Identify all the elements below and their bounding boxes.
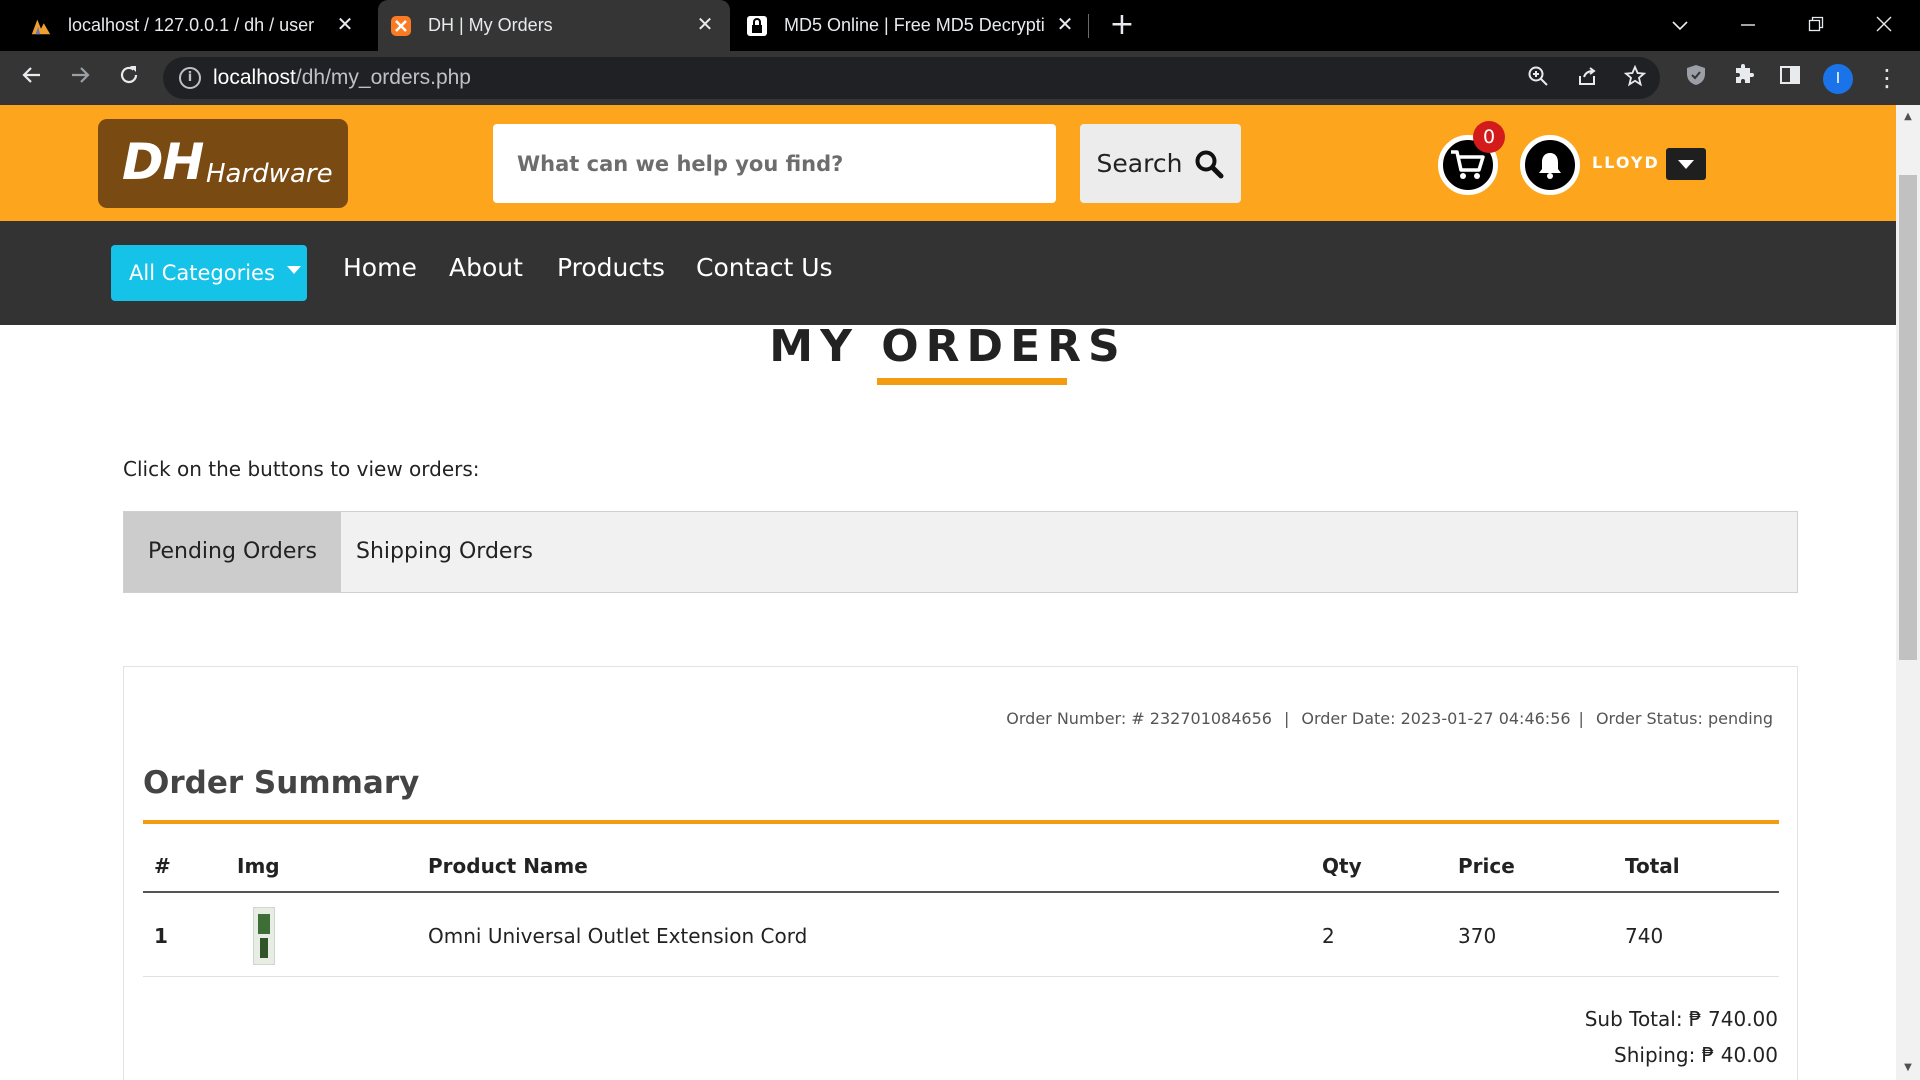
- browser-tab-bar: localhost / 127.0.0.1 / dh / user | ✕ DH…: [0, 0, 1920, 51]
- column-header-img: Img: [237, 854, 280, 878]
- subtotal-text: Sub Total: ₱ 740.00: [1584, 1007, 1778, 1031]
- tab-title: localhost / 127.0.0.1 / dh / user |: [68, 15, 318, 35]
- new-tab-icon[interactable]: +: [1108, 10, 1136, 40]
- header-divider: [143, 891, 1779, 893]
- tab-separator: [1088, 14, 1089, 38]
- tab-pending-orders[interactable]: Pending Orders: [124, 512, 341, 592]
- order-meta: Order Number: # 232701084656 | Order Date:…: [1006, 709, 1773, 728]
- title-underline: [877, 378, 1067, 385]
- address-bar[interactable]: i localhost/dh/my_orders.php: [163, 57, 1660, 99]
- logo-text: DH: [122, 133, 204, 191]
- column-header-product: Product Name: [428, 854, 588, 878]
- close-icon[interactable]: ✕: [1054, 14, 1076, 36]
- menu-kebab-icon[interactable]: ⋮: [1875, 63, 1899, 93]
- order-date: Order Date: 2023-01-27 04:46:56: [1301, 709, 1571, 728]
- shield-icon[interactable]: [1681, 63, 1711, 93]
- tab-search-icon[interactable]: [1664, 10, 1696, 40]
- summary-underline: [143, 820, 1779, 824]
- nav-link-products[interactable]: Products: [557, 253, 665, 282]
- site-nav: All Categories Home About Products Conta…: [0, 221, 1896, 325]
- row-price: 370: [1458, 924, 1497, 948]
- column-header-qty: Qty: [1322, 854, 1362, 878]
- close-icon[interactable]: ✕: [334, 14, 356, 36]
- order-number: Order Number: # 232701084656: [1006, 709, 1272, 728]
- tab-title: MD5 Online | Free MD5 Decrypti: [784, 15, 1044, 35]
- share-icon[interactable]: [1573, 65, 1601, 93]
- order-tabs: Pending Orders Shipping Orders: [123, 511, 1798, 593]
- page-scrollbar[interactable]: ▲ ▼: [1896, 105, 1920, 1080]
- order-card: Order Number: # 232701084656 | Order Date:…: [123, 666, 1798, 1080]
- row-divider: [143, 976, 1779, 977]
- nav-link-about[interactable]: About: [449, 253, 523, 282]
- instruction-text: Click on the buttons to view orders:: [123, 457, 480, 481]
- nav-link-home[interactable]: Home: [343, 253, 417, 282]
- search-button-label: Search: [1096, 149, 1183, 178]
- tab-shipping-orders[interactable]: Shipping Orders: [332, 512, 557, 592]
- close-icon[interactable]: ✕: [694, 14, 716, 36]
- forward-icon[interactable]: [65, 63, 95, 93]
- search-button[interactable]: Search: [1080, 124, 1241, 203]
- shipping-text: Shiping: ₱ 40.00: [1614, 1043, 1778, 1067]
- zoom-icon[interactable]: [1524, 65, 1552, 93]
- reload-icon[interactable]: [114, 63, 144, 93]
- close-window-icon[interactable]: [1868, 10, 1900, 40]
- row-product-name: Omni Universal Outlet Extension Cord: [428, 924, 808, 948]
- search-icon: [1195, 150, 1224, 178]
- browser-tab-my-orders[interactable]: DH | My Orders ✕: [378, 0, 730, 51]
- cart-count-badge: 0: [1473, 121, 1505, 153]
- product-thumbnail: [253, 907, 275, 965]
- order-status: Order Status: pending: [1595, 709, 1773, 728]
- page-title: MY ORDERS: [769, 321, 1127, 372]
- back-icon[interactable]: [17, 63, 47, 93]
- search-input[interactable]: [493, 124, 1056, 203]
- browser-tab-md5[interactable]: MD5 Online | Free MD5 Decrypti ✕: [730, 0, 1090, 51]
- row-total: 740: [1625, 924, 1664, 948]
- column-header-price: Price: [1458, 854, 1515, 878]
- xampp-icon: [390, 15, 412, 37]
- row-index: 1: [154, 924, 168, 948]
- side-panel-icon[interactable]: [1775, 63, 1805, 93]
- row-qty: 2: [1322, 924, 1335, 948]
- column-header-total: Total: [1625, 854, 1680, 878]
- logo-subtext: Hardware: [206, 159, 333, 189]
- all-categories-label: All Categories: [129, 261, 275, 285]
- caret-down-icon: [286, 266, 301, 274]
- tab-title: DH | My Orders: [428, 15, 553, 35]
- minimize-icon[interactable]: [1732, 10, 1764, 40]
- bell-icon: [1539, 153, 1561, 179]
- url-text[interactable]: localhost/dh/my_orders.php: [213, 66, 471, 90]
- username-label[interactable]: LLOYD: [1592, 153, 1660, 172]
- scrollbar-thumb[interactable]: [1899, 175, 1917, 660]
- all-categories-dropdown[interactable]: All Categories: [111, 245, 307, 301]
- extensions-icon[interactable]: [1729, 63, 1759, 93]
- notifications-button[interactable]: [1520, 135, 1580, 195]
- scroll-up-icon[interactable]: ▲: [1896, 107, 1920, 127]
- lock-icon: [746, 15, 768, 37]
- site-logo[interactable]: DH Hardware: [98, 119, 348, 208]
- profile-avatar[interactable]: I: [1823, 64, 1853, 94]
- scroll-down-icon[interactable]: ▼: [1896, 1058, 1920, 1078]
- browser-tab-phpmyadmin[interactable]: localhost / 127.0.0.1 / dh / user | ✕: [0, 0, 370, 51]
- site-info-icon[interactable]: i: [179, 67, 201, 89]
- page-viewport: DH Hardware Search 0 LLOYD All Categorie…: [0, 105, 1920, 1080]
- column-header-index: #: [154, 854, 171, 878]
- user-dropdown-button[interactable]: [1666, 148, 1706, 180]
- browser-toolbar: i localhost/dh/my_orders.php I ⋮: [0, 51, 1920, 105]
- cart-icon: [1451, 150, 1485, 179]
- order-summary-title: Order Summary: [143, 765, 420, 801]
- restore-icon[interactable]: [1800, 10, 1832, 40]
- nav-link-contact[interactable]: Contact Us: [696, 253, 833, 282]
- bookmark-star-icon[interactable]: [1621, 64, 1649, 93]
- phpmyadmin-icon: [30, 15, 52, 37]
- site-header: DH Hardware Search 0 LLOYD: [0, 105, 1896, 221]
